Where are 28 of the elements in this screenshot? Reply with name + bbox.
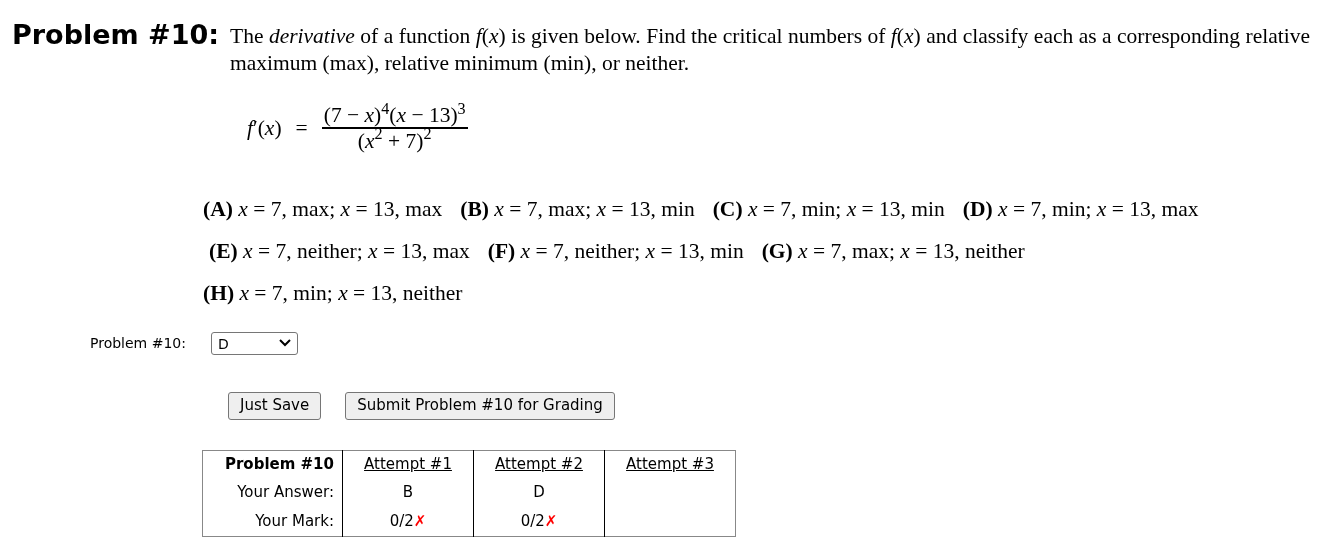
answer-choice: (A) x = 7, max; x = 13, max (203, 195, 443, 223)
answer-choice: (E) x = 7, neither; x = 13, max (209, 237, 470, 265)
answer-choice: (B) x = 7, max; x = 13, min (460, 195, 695, 223)
row-label: Your Answer: (202, 478, 343, 507)
answer-choice: (F) x = 7, neither; x = 13, min (487, 237, 744, 265)
answer-choice: (C) x = 7, min; x = 13, min (712, 195, 945, 223)
answer-choice: (G) x = 7, max; x = 13, neither (761, 237, 1025, 265)
answer-select[interactable]: D (211, 331, 298, 355)
save-button[interactable]: Just Save (228, 391, 322, 420)
formula-lhs: f′(x) (247, 114, 282, 142)
answer-label: Problem #10: (90, 333, 187, 353)
row-label: Your Mark: (202, 507, 343, 536)
submit-button[interactable]: Submit Problem #10 for Grading (345, 391, 615, 420)
attempt-link[interactable]: Attempt #3 (626, 455, 714, 473)
table-cell: 0/2✗ (389, 512, 427, 530)
table-cell: B (402, 483, 414, 502)
chevron-down-icon (279, 339, 291, 347)
problem-title: Problem #10: (12, 18, 221, 52)
formula-numerator: (7 − x)$^{4}$(x − 13)$^{3}$ (322, 103, 467, 127)
table-cell: D (533, 483, 545, 502)
problem-statement: The derivative of a function f(x) is given below. Find the critical numbers of f(x) and classify each as a corresponding relative maximum (max), relative minimum (min), or neither. (230, 23, 1310, 77)
attempt-link[interactable]: Attempt #2 (495, 455, 583, 473)
attempt-link[interactable]: Attempt #1 (364, 455, 452, 473)
table-cell: 0/2✗ (520, 512, 558, 530)
table-header: Problem #10 (202, 450, 343, 478)
equals-sign: = (295, 114, 308, 142)
answer-choice: (H) x = 7, min; x = 13, neither (203, 279, 463, 307)
answer-choice: (D) x = 7, min; x = 13, max (962, 195, 1199, 223)
